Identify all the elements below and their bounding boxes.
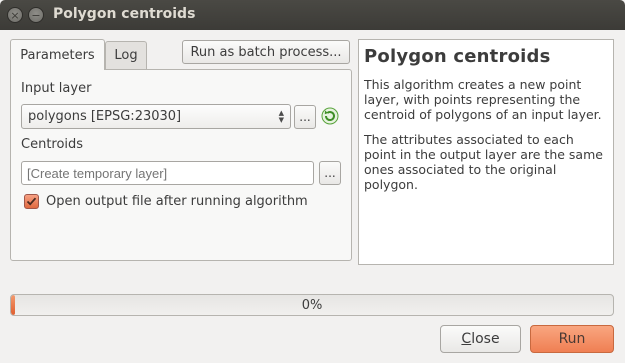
help-paragraph: This algorithm creates a new point layer… bbox=[364, 77, 602, 122]
progress-text: 0% bbox=[301, 298, 323, 313]
checkmark-icon bbox=[26, 197, 37, 206]
help-panel: Polygon centroids This algorithm creates… bbox=[358, 39, 614, 265]
run-as-batch-button[interactable]: Run as batch process... bbox=[182, 40, 350, 64]
centroids-label: Centroids bbox=[21, 137, 84, 152]
tab-parameters[interactable]: Parameters bbox=[10, 39, 105, 70]
title-bar: × − Polygon centroids bbox=[0, 0, 625, 30]
input-layer-browse-button[interactable]: ... bbox=[294, 105, 316, 129]
close-button[interactable]: Close bbox=[440, 325, 521, 353]
input-layer-label: Input layer bbox=[21, 81, 92, 96]
combo-updown-icon: ▲ ▼ bbox=[278, 109, 284, 124]
input-layer-select[interactable]: polygons [EPSG:23030] ▲ ▼ bbox=[21, 104, 291, 129]
refresh-icon[interactable] bbox=[321, 107, 339, 125]
window-title: Polygon centroids bbox=[53, 6, 196, 22]
window-close-icon[interactable]: × bbox=[7, 7, 23, 23]
open-output-label: Open output file after running algorithm bbox=[46, 194, 308, 209]
centroids-browse-button[interactable]: ... bbox=[319, 161, 341, 185]
open-output-checkbox-row[interactable]: Open output file after running algorithm bbox=[24, 194, 308, 209]
close-mnemonic: C bbox=[461, 331, 472, 347]
window-minimize-icon[interactable]: − bbox=[28, 7, 44, 23]
help-title: Polygon centroids bbox=[364, 46, 551, 67]
close-label-rest: lose bbox=[471, 331, 500, 347]
progress-bar: 0% bbox=[10, 294, 614, 316]
help-paragraph: The attributes associated to each point … bbox=[364, 132, 603, 192]
dialog-window: × − Polygon centroids Parameters Log Run… bbox=[0, 0, 625, 363]
tab-log[interactable]: Log bbox=[105, 41, 147, 69]
centroids-output-input[interactable] bbox=[21, 161, 314, 185]
input-layer-value: polygons [EPSG:23030] bbox=[28, 109, 182, 124]
open-output-checkbox[interactable] bbox=[24, 194, 39, 209]
run-button[interactable]: Run bbox=[530, 325, 614, 353]
